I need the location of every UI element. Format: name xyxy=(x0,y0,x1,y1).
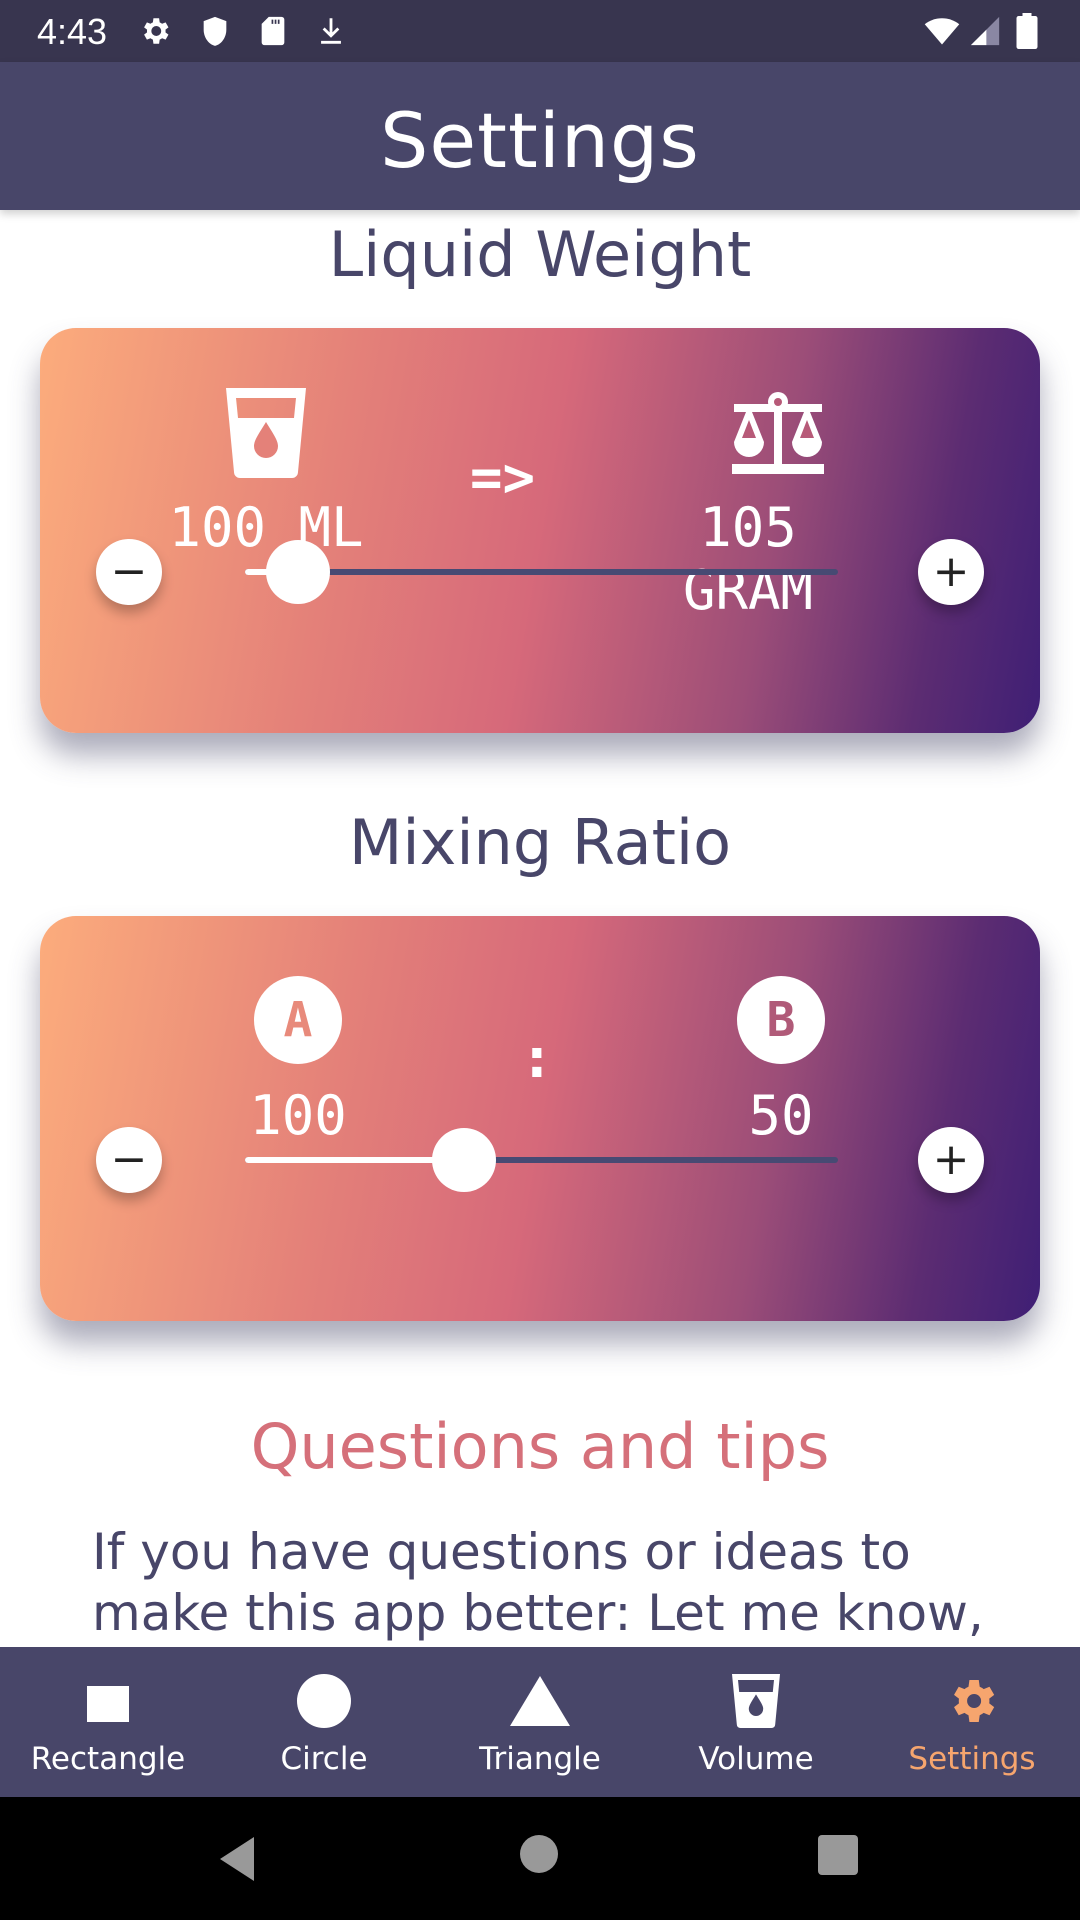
glass-water-icon xyxy=(726,1673,786,1729)
system-nav-bar xyxy=(0,1797,1080,1920)
app-bar: Settings xyxy=(0,62,1080,210)
wifi-icon xyxy=(924,18,960,45)
settings-content[interactable]: Liquid Weight 100 ML => 105 GRAM − + Mix… xyxy=(0,210,1080,1647)
nav-item-settings[interactable]: Settings xyxy=(864,1647,1080,1797)
recents-icon[interactable] xyxy=(818,1835,858,1875)
gear-icon xyxy=(144,18,169,44)
nav-label: Volume xyxy=(698,1741,814,1777)
bottom-nav: Rectangle Circle Triangle Volume Setting… xyxy=(0,1647,1080,1797)
cell-signal-icon xyxy=(970,16,1000,46)
nav-label: Triangle xyxy=(479,1741,601,1777)
page-title: Settings xyxy=(380,96,700,185)
nav-item-rectangle[interactable]: Rectangle xyxy=(0,1647,216,1797)
liquid-weight-title: Liquid Weight xyxy=(328,218,752,291)
scale-icon xyxy=(732,392,824,474)
nav-label: Circle xyxy=(280,1741,368,1777)
liquid-weight-slider[interactable] xyxy=(245,540,838,604)
mixing-ratio-slider[interactable] xyxy=(245,1128,838,1192)
gear-icon xyxy=(942,1673,1002,1729)
nav-item-volume[interactable]: Volume xyxy=(648,1647,864,1797)
nav-item-circle[interactable]: Circle xyxy=(216,1647,432,1797)
circle-icon xyxy=(294,1673,354,1729)
slider-thumb[interactable] xyxy=(432,1128,497,1192)
nav-label: Settings xyxy=(908,1741,1036,1777)
rectangle-icon xyxy=(78,1673,138,1729)
home-icon[interactable] xyxy=(520,1835,558,1873)
decrease-weight-button[interactable]: − xyxy=(96,539,162,605)
status-time: 4:43 xyxy=(37,11,108,52)
glass-water-icon xyxy=(226,388,306,478)
questions-title: Questions and tips xyxy=(250,1410,830,1483)
increase-weight-button[interactable]: + xyxy=(918,539,984,605)
liquid-weight-card: 100 ML => 105 GRAM − + xyxy=(40,328,1040,733)
status-bar: 4:43 xyxy=(0,0,1080,62)
decrease-ratio-button[interactable]: − xyxy=(96,1127,162,1193)
mixing-ratio-card: A 100 : B 50 − + xyxy=(40,916,1040,1321)
back-icon[interactable] xyxy=(218,1837,258,1881)
nav-item-triangle[interactable]: Triangle xyxy=(432,1647,648,1797)
increase-ratio-button[interactable]: + xyxy=(918,1127,984,1193)
sd-card-icon xyxy=(261,16,285,46)
arrow-text: => xyxy=(470,446,536,509)
slider-thumb[interactable] xyxy=(266,540,331,604)
slider-track-inactive xyxy=(245,569,838,575)
download-icon xyxy=(321,18,341,44)
component-a-icon: A xyxy=(254,976,342,1064)
shield-icon xyxy=(203,16,227,46)
triangle-icon xyxy=(510,1673,570,1729)
mixing-ratio-title: Mixing Ratio xyxy=(348,806,732,879)
battery-icon xyxy=(1016,13,1038,49)
component-b-icon: B xyxy=(737,976,825,1064)
ratio-separator: : xyxy=(520,1026,554,1091)
nav-label: Rectangle xyxy=(30,1741,186,1777)
questions-text: If you have questions or ideas to make t… xyxy=(92,1523,984,1642)
